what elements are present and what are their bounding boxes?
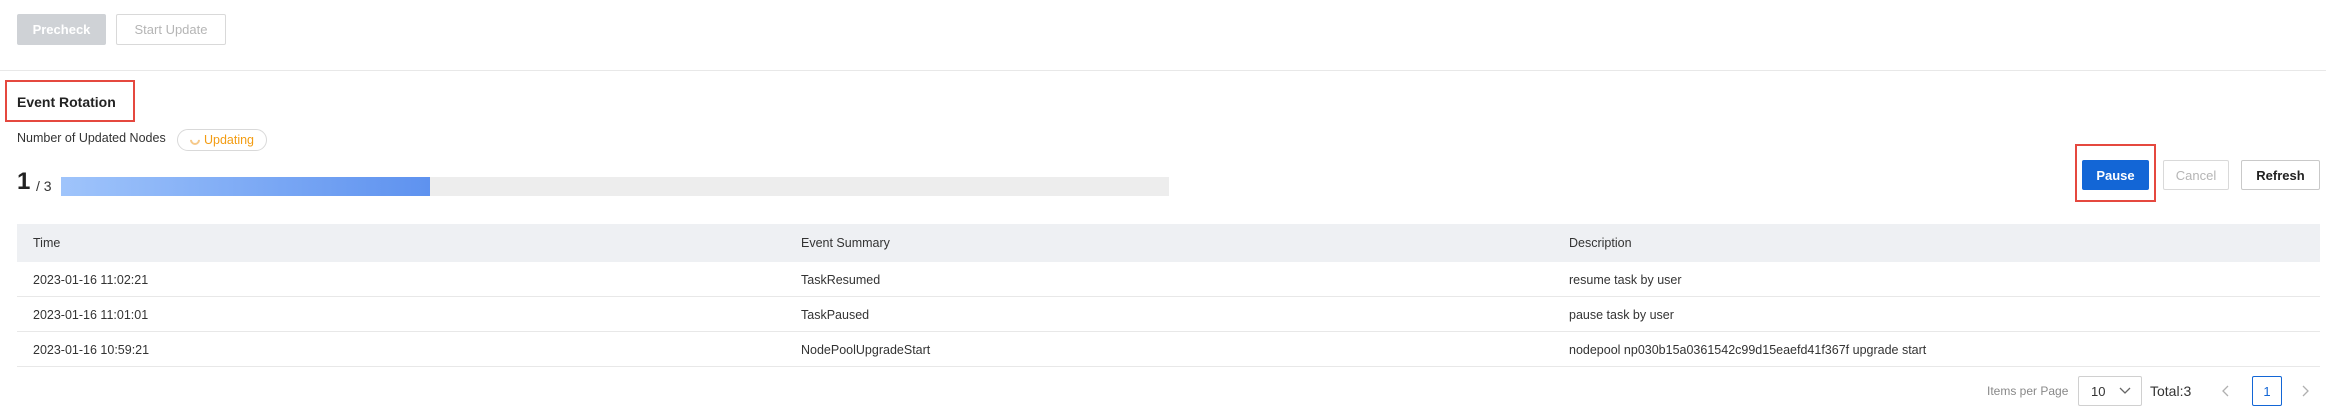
cell-description: pause task by user xyxy=(1569,308,1674,322)
refresh-button[interactable]: Refresh xyxy=(2241,160,2320,190)
cancel-button[interactable]: Cancel xyxy=(2163,160,2229,190)
column-header-time: Time xyxy=(33,236,61,250)
column-header-description: Description xyxy=(1569,236,1632,250)
cell-time: 2023-01-16 11:01:01 xyxy=(33,308,149,322)
table-row: 2023-01-16 10:59:21 NodePoolUpgradeStart… xyxy=(17,332,2320,367)
status-badge-label: Updating xyxy=(203,133,255,147)
column-header-event-summary: Event Summary xyxy=(801,236,890,250)
table-row: 2023-01-16 11:02:21 TaskResumed resume t… xyxy=(17,262,2320,297)
page-size-value: 10 xyxy=(2091,383,2106,399)
total-count: / 3 xyxy=(36,178,52,194)
cell-description: nodepool np030b15a0361542c99d15eaefd41f3… xyxy=(1569,343,1927,357)
progress-bar xyxy=(61,177,1169,196)
cell-event-summary: TaskResumed xyxy=(801,273,881,287)
progress-bar-fill xyxy=(61,177,430,196)
section-title: Event Rotation xyxy=(17,94,116,110)
updated-nodes-label: Number of Updated Nodes xyxy=(17,131,166,145)
page-button-current[interactable]: 1 xyxy=(2252,376,2282,406)
total-count-label: Total:3 xyxy=(2150,383,2192,399)
cell-time: 2023-01-16 10:59:21 xyxy=(33,343,150,357)
divider xyxy=(0,70,2326,71)
updated-count: 1 xyxy=(17,168,31,195)
cell-event-summary: TaskPaused xyxy=(801,308,870,322)
table-header: Time Event Summary Description xyxy=(17,224,2320,262)
loading-spinner-icon xyxy=(187,132,203,148)
status-badge: Updating xyxy=(177,129,267,151)
chevron-down-icon xyxy=(2119,384,2131,401)
table-row: 2023-01-16 11:01:01 TaskPaused pause tas… xyxy=(17,297,2320,332)
precheck-button[interactable]: Precheck xyxy=(17,14,106,45)
cell-event-summary: NodePoolUpgradeStart xyxy=(801,343,931,357)
pause-button[interactable]: Pause xyxy=(2082,160,2149,190)
start-update-button[interactable]: Start Update xyxy=(116,14,226,45)
cell-description: resume task by user xyxy=(1569,273,1682,287)
page-size-select[interactable]: 10 xyxy=(2078,376,2142,406)
cell-time: 2023-01-16 11:02:21 xyxy=(33,273,149,287)
items-per-page-label: Items per Page xyxy=(1987,384,2069,398)
chevron-right-icon[interactable] xyxy=(2295,380,2315,402)
chevron-left-icon[interactable] xyxy=(2216,380,2236,402)
